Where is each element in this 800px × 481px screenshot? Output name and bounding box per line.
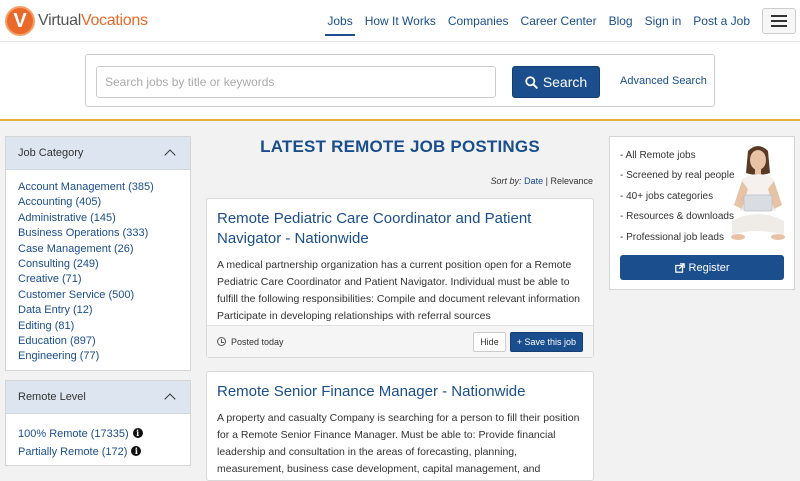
nav-jobs[interactable]: Jobs <box>321 0 358 42</box>
external-link-icon <box>674 262 685 273</box>
advanced-search-link[interactable]: Advanced Search <box>620 75 707 87</box>
info-icon[interactable]: i <box>132 427 143 438</box>
chevron-up-icon[interactable] <box>164 393 176 405</box>
job-title-link[interactable]: Remote Pediatric Care Coordinator and Pa… <box>207 199 593 249</box>
category-item[interactable]: Administrative (145) <box>18 211 178 226</box>
nav-sign-in[interactable]: Sign in <box>639 0 688 42</box>
job-description: A medical partnership organization has a… <box>217 259 581 322</box>
hide-job-button[interactable]: Hide <box>473 331 506 352</box>
remote-level-list: 100% Remote (17335) i Partially Remote (1… <box>6 414 190 461</box>
clock-icon <box>217 337 226 346</box>
category-item[interactable]: Accounting (405) <box>18 195 178 210</box>
sort-separator: | <box>545 176 548 186</box>
nav-career-center[interactable]: Career Center <box>515 0 603 42</box>
job-card: Remote Pediatric Care Coordinator and Pa… <box>206 198 594 358</box>
nav-companies[interactable]: Companies <box>442 0 515 42</box>
page-title: LATEST REMOTE JOB POSTINGS <box>260 137 540 156</box>
remote-level-item[interactable]: 100% Remote (17335) <box>18 428 129 440</box>
info-icon[interactable]: i <box>131 446 142 457</box>
nav-post-a-job[interactable]: Post a Job <box>687 0 756 42</box>
search-input[interactable] <box>96 66 496 98</box>
nav-blog[interactable]: Blog <box>603 0 639 42</box>
job-card: Remote Senior Finance Manager - Nationwi… <box>206 371 594 481</box>
category-item[interactable]: Education (897) <box>18 334 178 349</box>
chevron-up-icon[interactable] <box>164 149 176 161</box>
top-header: V VirtualVocations Jobs How It Works Com… <box>0 0 800 42</box>
category-item[interactable]: Business Operations (333) <box>18 226 178 241</box>
posted-date: Posted today <box>231 336 284 347</box>
sort-date-link[interactable]: Date <box>524 176 543 186</box>
search-button[interactable]: Search <box>512 66 600 98</box>
site-logo[interactable]: V VirtualVocations <box>5 6 148 36</box>
job-card-footer: Posted today Hide + Save this job <box>207 325 593 357</box>
sort-by-label: Sort by: <box>490 176 522 186</box>
search-band: Search Advanced Search <box>0 42 800 121</box>
category-item[interactable]: Case Management (26) <box>18 242 178 257</box>
search-button-label: Search <box>542 74 588 90</box>
search-icon <box>525 75 538 89</box>
job-category-title: Job Category <box>18 147 84 159</box>
category-item[interactable]: Engineering (77) <box>18 349 178 364</box>
category-item[interactable]: Consulting (249) <box>18 257 178 272</box>
woman-with-laptop-image <box>731 146 785 240</box>
category-list: Account Management (385) Accounting (405… <box>6 170 190 368</box>
category-item[interactable]: Data Entry (12) <box>18 303 178 318</box>
register-label: Register <box>688 261 730 274</box>
category-item[interactable]: Editing (81) <box>18 319 178 334</box>
remote-level-header[interactable]: Remote Level <box>6 381 190 414</box>
nav-how-it-works[interactable]: How It Works <box>359 0 442 42</box>
category-item[interactable]: Account Management (385) <box>18 180 178 195</box>
logo-mark: V <box>5 6 35 36</box>
remote-level-title: Remote Level <box>18 391 86 403</box>
job-description: A property and casualty Company is searc… <box>217 412 580 475</box>
remote-level-panel: Remote Level 100% Remote (17335) i Partia… <box>5 380 191 466</box>
search-box: Search Advanced Search <box>85 54 715 107</box>
job-category-panel: Job Category Account Management (385) Ac… <box>5 136 191 371</box>
job-title-link[interactable]: Remote Senior Finance Manager - Nationwi… <box>207 372 593 402</box>
remote-level-item[interactable]: Partially Remote (172) <box>18 446 127 458</box>
logo-text: VirtualVocations <box>38 12 148 29</box>
register-promo: - All Remote jobs - Screened by real peo… <box>609 136 795 290</box>
category-item[interactable]: Customer Service (500) <box>18 288 178 303</box>
save-job-button[interactable]: + Save this job <box>509 331 583 352</box>
sort-relevance-link[interactable]: Relevance <box>550 176 593 186</box>
job-category-header[interactable]: Job Category <box>6 137 190 170</box>
main-nav: Jobs How It Works Companies Career Cente… <box>321 0 756 42</box>
category-item[interactable]: Creative (71) <box>18 272 178 287</box>
hamburger-icon[interactable] <box>762 8 796 34</box>
register-button[interactable]: Register <box>620 255 784 280</box>
sort-by: Sort by: Date | Relevance <box>491 176 593 186</box>
